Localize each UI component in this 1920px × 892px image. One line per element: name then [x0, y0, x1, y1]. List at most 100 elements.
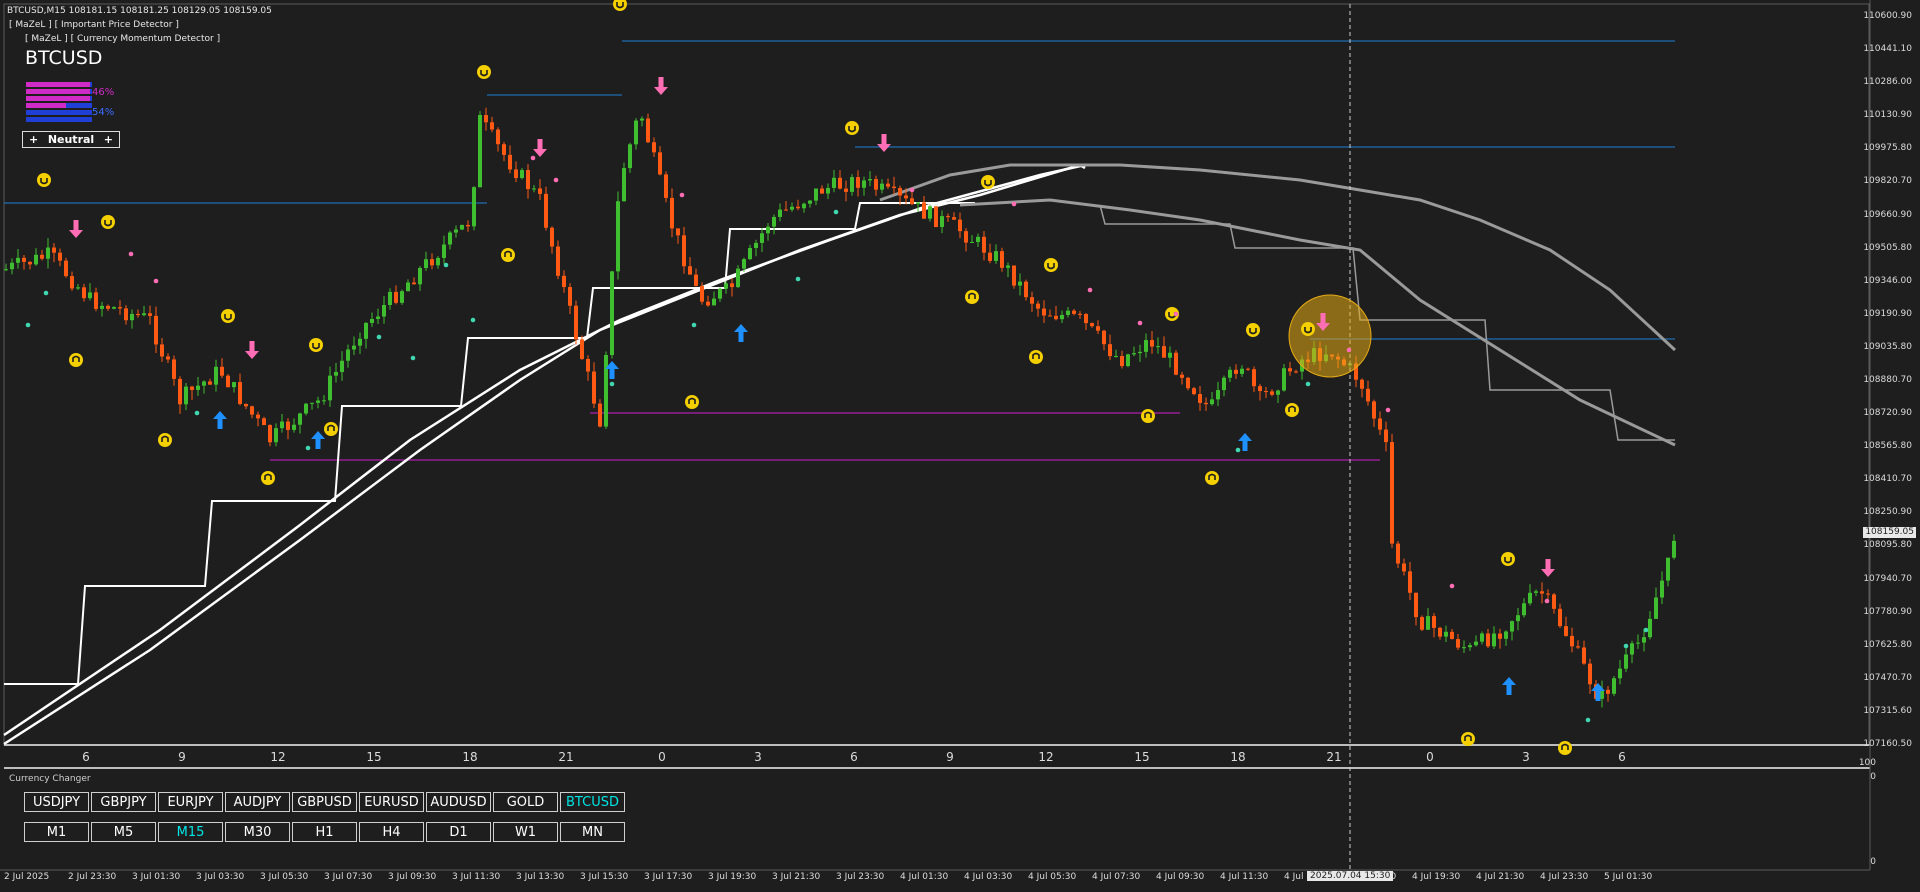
- moving-average-line-gray: [879, 163, 1677, 352]
- hour-axis-label: 0: [658, 750, 666, 764]
- candle-body: [10, 262, 14, 270]
- candle-body: [1264, 391, 1268, 393]
- candle-body: [394, 291, 398, 303]
- timeframe-button-h4[interactable]: H4: [359, 822, 424, 842]
- candle-body: [1480, 633, 1484, 642]
- timeframe-button-m30[interactable]: M30: [225, 822, 290, 842]
- time-axis-label: 3 Jul 13:30: [516, 872, 565, 882]
- candle-body: [1390, 442, 1394, 544]
- timeframe-button-m15[interactable]: M15: [158, 822, 223, 842]
- candle-body: [1054, 315, 1058, 320]
- candle-body: [1582, 647, 1586, 664]
- symbol-button-gold[interactable]: GOLD: [493, 792, 558, 812]
- price-axis-label: 110130.90: [1863, 110, 1912, 121]
- symbol-button-usdjpy[interactable]: USDJPY: [24, 792, 89, 812]
- price-axis-label: 107625.80: [1863, 639, 1912, 650]
- candle-body: [874, 179, 878, 190]
- candle-body: [22, 257, 26, 262]
- buy-arrow-icon: [1502, 677, 1516, 695]
- candle-body: [250, 406, 254, 415]
- price-chart[interactable]: [0, 0, 1920, 892]
- candle-body: [1282, 368, 1286, 391]
- candles: [4, 107, 1676, 708]
- price-axis-label: 107160.50: [1863, 739, 1912, 749]
- candle-body: [844, 188, 848, 192]
- plus-icon: +: [29, 133, 39, 146]
- timeframe-button-m5[interactable]: M5: [91, 822, 156, 842]
- candle-body: [106, 305, 110, 309]
- candle-body: [196, 385, 200, 390]
- candle-body: [880, 183, 884, 190]
- small-buy-icon: [691, 322, 697, 328]
- candle-body: [574, 305, 578, 340]
- small-sell-icon: [553, 177, 559, 183]
- signal-up-icon: [1205, 471, 1219, 485]
- candle-body: [856, 177, 860, 188]
- candle-body: [1012, 265, 1016, 286]
- hour-axis-label: 15: [366, 750, 382, 764]
- candle-body: [1432, 616, 1436, 628]
- candle-body: [814, 188, 818, 201]
- symbol-button-audusd[interactable]: AUDUSD: [426, 792, 491, 812]
- time-axis-label: 4 Jul 21:30: [1476, 872, 1525, 882]
- candle-body: [256, 414, 260, 419]
- candle-body: [766, 226, 770, 234]
- candle-body: [1588, 663, 1592, 685]
- time-axis-label: 4 Jul: [1284, 872, 1304, 882]
- candle-body: [4, 269, 8, 271]
- candle-body: [136, 313, 140, 316]
- small-sell-icon: [909, 187, 915, 193]
- buy-momentum-bar: [66, 103, 92, 108]
- symbol-button-btcusd[interactable]: BTCUSD: [560, 792, 625, 812]
- candle-body: [1528, 592, 1532, 604]
- candle-body: [508, 154, 512, 170]
- candle-body: [784, 209, 788, 211]
- signal-up-icon: [69, 353, 83, 367]
- price-axis-label: 108880.70: [1863, 375, 1912, 385]
- timeframe-button-mn[interactable]: MN: [560, 822, 625, 842]
- symbol-title: BTCUSD: [25, 47, 103, 69]
- candle-body: [700, 285, 704, 302]
- timeframe-button-m1[interactable]: M1: [24, 822, 89, 842]
- candle-body: [286, 421, 290, 430]
- candle-body: [730, 283, 734, 288]
- symbol-button-gbpusd[interactable]: GBPUSD: [292, 792, 357, 812]
- candle-body: [1270, 391, 1274, 395]
- candle-body: [430, 259, 434, 266]
- candle-body: [1462, 647, 1466, 649]
- candle-body: [1366, 388, 1370, 402]
- timeframe-button-d1[interactable]: D1: [426, 822, 491, 842]
- candle-body: [112, 307, 116, 309]
- candle-body: [1414, 592, 1418, 618]
- candle-body: [226, 375, 230, 388]
- candle-body: [52, 247, 56, 253]
- candle-body: [928, 206, 932, 219]
- candle-body: [1426, 616, 1430, 630]
- candle-body: [976, 236, 980, 242]
- symbol-button-audjpy[interactable]: AUDJPY: [225, 792, 290, 812]
- candle-body: [1420, 617, 1424, 630]
- symbol-button-gbpjpy[interactable]: GBPJPY: [91, 792, 156, 812]
- candle-body: [1486, 633, 1490, 647]
- symbol-button-eurusd[interactable]: EURUSD: [359, 792, 424, 812]
- small-sell-icon: [1346, 347, 1352, 353]
- sell-momentum-bar: [26, 89, 90, 94]
- time-axis-label: 3 Jul 19:30: [708, 872, 757, 882]
- candle-body: [70, 276, 74, 289]
- symbol-button-eurjpy[interactable]: EURJPY: [158, 792, 223, 812]
- timeframe-button-h1[interactable]: H1: [292, 822, 357, 842]
- small-sell-icon: [1137, 320, 1143, 326]
- small-sell-icon: [1449, 583, 1455, 589]
- candle-body: [1516, 615, 1520, 622]
- candle-body: [346, 349, 350, 361]
- candle-body: [886, 183, 890, 187]
- small-buy-icon: [609, 381, 615, 387]
- trend-step-line: [4, 202, 975, 685]
- candle-body: [130, 313, 134, 321]
- candle-body: [1120, 356, 1124, 367]
- hour-axis-label: 3: [1522, 750, 1530, 764]
- candle-body: [862, 180, 866, 188]
- small-buy-icon: [194, 410, 200, 416]
- candle-body: [418, 268, 422, 285]
- timeframe-button-w1[interactable]: W1: [493, 822, 558, 842]
